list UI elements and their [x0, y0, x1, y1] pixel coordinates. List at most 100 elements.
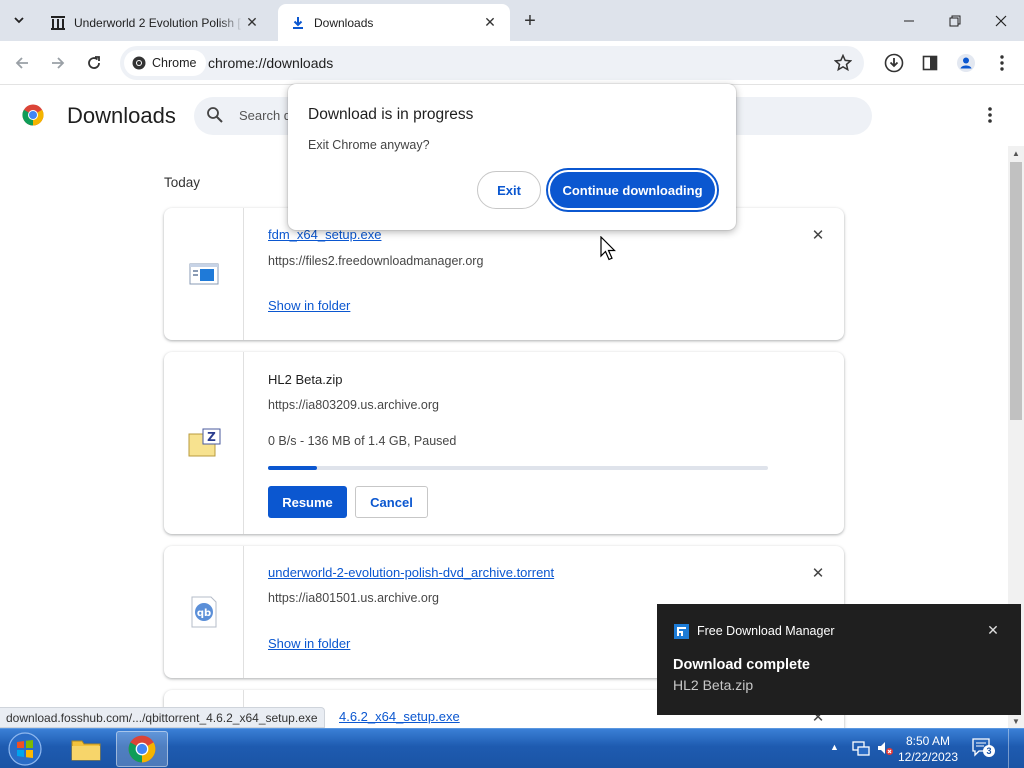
tab-title: Underworld 2 Evolution Polish [ — [74, 15, 241, 30]
network-icon[interactable] — [852, 739, 870, 757]
notification-body: HL2 Beta.zip — [673, 677, 754, 693]
file-name-link[interactable]: 4.6.2_x64_setup.exe — [339, 709, 460, 724]
minimize-button[interactable] — [886, 0, 932, 41]
new-tab-button[interactable]: + — [518, 9, 542, 33]
forward-button[interactable] — [44, 49, 72, 77]
download-in-progress-dialog: Download is in progress Exit Chrome anyw… — [288, 84, 736, 230]
file-icon-column: Z — [164, 352, 244, 534]
windows-taskbar: ▲ 8:50 AM 12/22/2023 3 — [0, 728, 1024, 768]
close-tab-icon[interactable]: ✕ — [482, 14, 498, 31]
chrome-logo-icon — [22, 104, 44, 126]
profile-button[interactable] — [954, 51, 978, 75]
volume-muted-icon[interactable] — [876, 739, 894, 757]
continue-downloading-button[interactable]: Continue downloading — [546, 168, 719, 212]
date-group-label: Today — [164, 175, 201, 190]
minimize-icon — [904, 20, 914, 21]
installer-file-icon — [189, 263, 218, 285]
url-text: chrome://downloads — [208, 55, 334, 71]
show-hidden-icons-icon[interactable]: ▲ — [830, 742, 839, 752]
download-favicon-icon — [290, 15, 306, 31]
restore-button[interactable] — [932, 0, 978, 41]
taskbar-clock[interactable]: 8:50 AM 12/22/2023 — [896, 733, 960, 765]
chrome-icon — [132, 56, 146, 70]
page-title: Downloads — [67, 103, 176, 128]
continue-downloading-label: Continue downloading — [550, 172, 715, 208]
fdm-app-icon — [674, 624, 689, 639]
arrow-left-icon — [15, 57, 28, 69]
dialog-message: Exit Chrome anyway? — [308, 138, 430, 152]
file-icon-column: qb — [164, 546, 244, 678]
show-desktop-button[interactable] — [1008, 729, 1024, 768]
notification-headline: Download complete — [673, 657, 810, 673]
bookmark-star-icon[interactable] — [832, 52, 854, 74]
more-vertical-icon — [1000, 55, 1004, 71]
downloads-toolbar-button[interactable] — [882, 51, 906, 75]
remove-item-icon[interactable]: ✕ — [810, 227, 826, 244]
start-button[interactable] — [5, 730, 45, 768]
chevron-down-icon — [14, 17, 24, 24]
address-bar[interactable]: Chrome chrome://downloads — [120, 46, 864, 80]
folder-icon — [71, 740, 101, 761]
site-chip-label: Chrome — [152, 56, 197, 70]
close-tab-icon[interactable]: ✕ — [244, 14, 260, 31]
taskbar-explorer[interactable] — [60, 731, 112, 767]
tab-strip: Underworld 2 Evolution Polish [ ✕ Downlo… — [0, 0, 1024, 41]
arrow-right-icon — [52, 57, 65, 69]
tab-search-button[interactable] — [6, 7, 32, 33]
resume-button[interactable]: Resume — [268, 486, 347, 518]
show-in-folder-link[interactable]: Show in folder — [268, 298, 350, 313]
chrome-icon — [128, 735, 156, 763]
close-icon — [995, 15, 1007, 26]
more-actions-button[interactable] — [980, 104, 1000, 126]
show-in-folder-link[interactable]: Show in folder — [268, 636, 350, 651]
scrollbar-thumb[interactable] — [1010, 162, 1022, 420]
notification-app-name: Free Download Manager — [697, 624, 835, 638]
remove-item-icon[interactable]: ✕ — [810, 565, 826, 582]
scroll-up-icon[interactable]: ▲ — [1008, 146, 1024, 160]
archive-favicon-icon — [50, 15, 66, 31]
taskbar-chrome[interactable] — [116, 731, 168, 767]
browser-toolbar: Chrome chrome://downloads — [0, 41, 1024, 85]
reload-button[interactable] — [80, 49, 108, 77]
restore-icon — [949, 15, 961, 26]
close-window-button[interactable] — [978, 0, 1024, 41]
file-source-url: https://files2.freedownloadmanager.org — [268, 254, 484, 268]
link-status-bubble: download.fosshub.com/.../qbittorrent_4.6… — [0, 707, 325, 728]
download-progress-bar — [268, 466, 768, 470]
file-source-url: https://ia803209.us.archive.org — [268, 398, 439, 412]
mouse-cursor-icon — [600, 236, 616, 261]
download-status: 0 B/s - 136 MB of 1.4 GB, Paused — [268, 434, 457, 448]
back-button[interactable] — [8, 49, 36, 77]
cancel-button[interactable]: Cancel — [355, 486, 428, 518]
site-info-chip[interactable]: Chrome — [124, 50, 207, 76]
clock-date: 12/22/2023 — [897, 750, 959, 764]
download-progress-fill — [268, 466, 317, 470]
file-name-link[interactable]: underworld-2-evolution-polish-dvd_archiv… — [268, 565, 554, 580]
file-icon-column — [164, 208, 244, 340]
zip-file-icon: Z — [188, 428, 220, 457]
file-name: HL2 Beta.zip — [268, 372, 343, 387]
download-circle-icon — [884, 53, 904, 73]
search-placeholder: Search d — [239, 108, 292, 123]
side-panel-button[interactable] — [918, 51, 942, 75]
notification-count-badge: 3 — [983, 745, 995, 757]
scroll-down-icon[interactable]: ▼ — [1008, 714, 1024, 728]
avatar-icon — [957, 54, 975, 72]
fdm-notification[interactable]: Free Download Manager ✕ Download complet… — [657, 604, 1021, 715]
dialog-title: Download is in progress — [308, 106, 474, 123]
file-source-url: https://ia801501.us.archive.org — [268, 591, 439, 605]
reload-icon — [88, 56, 100, 69]
torrent-file-icon: qb — [191, 596, 216, 628]
tab-title: Downloads — [314, 15, 374, 30]
notification-center-button[interactable]: 3 — [972, 738, 995, 758]
side-panel-icon — [922, 55, 938, 71]
more-vertical-icon — [988, 107, 992, 123]
chrome-menu-button[interactable] — [990, 51, 1014, 75]
exit-button[interactable]: Exit — [477, 171, 541, 209]
svg-text:qb: qb — [196, 608, 210, 619]
clock-time: 8:50 AM — [905, 734, 951, 748]
search-icon — [207, 107, 223, 123]
tab-underworld[interactable]: Underworld 2 Evolution Polish [ ✕ — [38, 4, 272, 41]
tab-downloads[interactable]: Downloads ✕ — [278, 4, 510, 41]
close-notification-icon[interactable]: ✕ — [985, 622, 1001, 638]
